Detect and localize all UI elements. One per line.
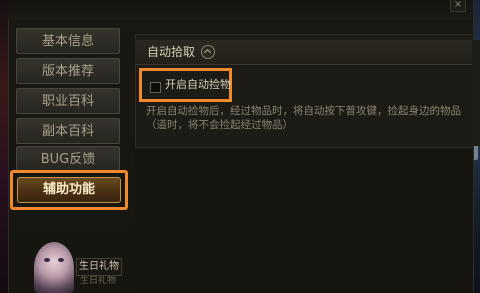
close-button[interactable]: ×	[450, 0, 466, 12]
auto-pickup-description: 开启自动捡物后，经过物品时，将自动按下普攻键，捡起身边的物品（道时，将不会捡起经…	[146, 105, 461, 131]
game-screen: × 基本信息 版本推荐 职业百科 副本百科 BUG反馈 辅助功能 生日礼物 生日…	[0, 0, 480, 293]
collapse-icon[interactable]	[201, 45, 215, 59]
sidebar-item-assist-label: 辅助功能	[17, 177, 121, 203]
auto-pickup-label: 开启自动捡物	[165, 78, 231, 91]
close-icon: ×	[453, 0, 463, 10]
window-title-bar	[8, 0, 472, 20]
auto-pickup-header: 自动拾取	[135, 40, 472, 65]
sidebar-item-basic-info[interactable]: 基本信息	[16, 28, 120, 54]
sidebar-item-class-wiki[interactable]: 职业百科	[16, 88, 120, 114]
auto-pickup-checkbox[interactable]	[150, 82, 161, 93]
content-lower-area	[135, 150, 472, 293]
character-avatar[interactable]	[34, 242, 74, 293]
sidebar-item-version-recommend[interactable]: 版本推荐	[16, 58, 120, 84]
sidebar-item-dungeon-wiki[interactable]: 副本百科	[16, 118, 120, 144]
section-title: 自动拾取	[147, 45, 196, 59]
sidebar-item-bug-report[interactable]: BUG反馈	[16, 146, 120, 172]
birthday-gift-label[interactable]: 生日礼物	[76, 258, 122, 276]
sidebar-item-assist-functions[interactable]: 辅助功能	[10, 170, 128, 210]
panel-edge	[472, 40, 480, 146]
birthday-gift-sub: 生日礼物	[79, 276, 116, 286]
auto-pickup-option[interactable]: 开启自动捡物	[139, 68, 232, 102]
